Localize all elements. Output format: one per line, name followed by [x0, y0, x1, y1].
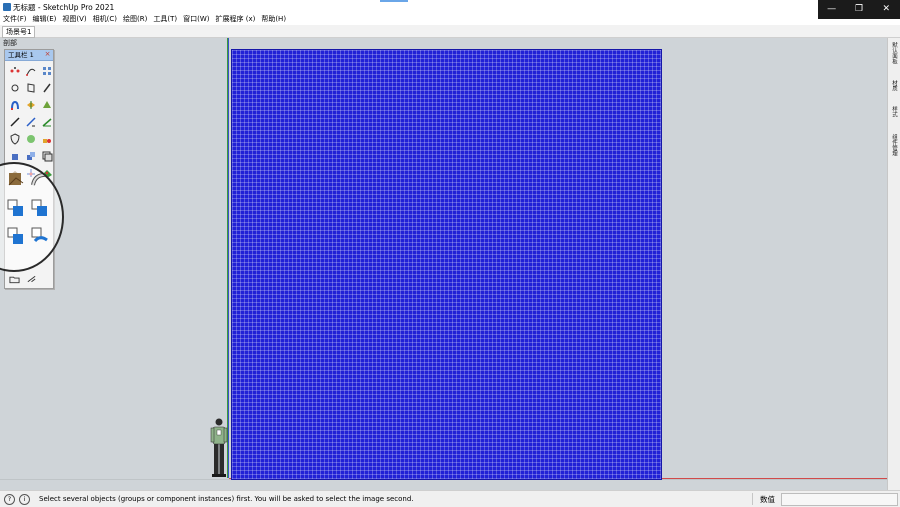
protractor-icon[interactable] — [40, 115, 53, 128]
menu-window[interactable]: 窗口(W) — [183, 14, 209, 25]
window-controls: — ❐ ✕ — [818, 0, 900, 19]
push-pull-icon[interactable] — [24, 98, 37, 111]
cube-double-icon[interactable] — [24, 149, 37, 162]
blue-grid-image-object[interactable] — [231, 49, 662, 480]
cube-small-icon[interactable] — [8, 149, 21, 162]
lasso-icon[interactable] — [24, 64, 37, 77]
layers-icon[interactable] — [40, 149, 53, 162]
folder-icon[interactable] — [9, 273, 20, 284]
menu-file[interactable]: 文件(F) — [3, 14, 27, 25]
magnified-tools — [6, 170, 52, 246]
info-icon[interactable]: i — [19, 494, 30, 505]
rectangle-icon[interactable] — [24, 81, 37, 94]
box-photo-icon[interactable] — [6, 226, 26, 246]
right-dock-panel: 默认面板 材质 样式 组件管理 — [887, 38, 900, 490]
close-button[interactable]: ✕ — [873, 0, 900, 19]
status-message: Select several objects (groups or compon… — [39, 495, 414, 503]
select-icon[interactable] — [8, 64, 21, 77]
shapes-icon[interactable] — [40, 132, 53, 145]
dock-tab-materials[interactable]: 材质 — [889, 80, 899, 91]
toolbar-close-icon[interactable]: × — [44, 51, 51, 58]
component-icon[interactable] — [40, 64, 53, 77]
toolbar-bottom-row — [9, 273, 37, 284]
toolbar-title: 工具栏 1 — [8, 51, 34, 59]
box-photo-icon[interactable] — [6, 198, 26, 218]
paint-icon[interactable] — [40, 98, 53, 111]
menu-camera[interactable]: 相机(C) — [93, 14, 117, 25]
merge-icon[interactable] — [26, 273, 37, 284]
eraser-icon[interactable] — [8, 81, 21, 94]
shield-icon[interactable] — [8, 132, 21, 145]
pencil-icon[interactable] — [40, 81, 53, 94]
line-tool-icon[interactable] — [8, 115, 21, 128]
maximize-button[interactable]: ❐ — [845, 0, 872, 19]
dock-tab-styles[interactable]: 样式 — [889, 106, 899, 117]
scene-tab[interactable]: 场景号1 — [2, 26, 36, 38]
scale-figure — [210, 418, 228, 477]
drawing-viewport[interactable]: 剖部 — [0, 38, 887, 490]
measurements-input[interactable] — [781, 493, 898, 506]
box-photo-icon[interactable] — [6, 170, 26, 190]
sketchup-app-icon — [3, 3, 11, 11]
cube-photo-icon[interactable] — [30, 198, 50, 218]
blue-axis — [228, 38, 229, 478]
menu-help[interactable]: 帮助(H) — [261, 14, 286, 25]
title-bar: 无标题 - SketchUp Pro 2021 — ❐ ✕ — [0, 0, 900, 19]
status-divider — [752, 493, 753, 505]
scene-tabs-bar: 场景号1 — [0, 25, 900, 38]
cloud-tree-icon[interactable] — [24, 132, 37, 145]
measurements-label: 数值 — [760, 495, 775, 504]
menu-extensions[interactable]: 扩展程序 (x) — [215, 14, 255, 25]
menu-view[interactable]: 视图(V) — [62, 14, 86, 25]
dock-tab-components[interactable]: 组件管理 — [889, 134, 899, 156]
pipe-icon[interactable] — [30, 170, 50, 190]
status-bar: ? i Select several objects (groups or co… — [0, 490, 900, 507]
menu-draw[interactable]: 绘图(R) — [123, 14, 147, 25]
menu-bar: 文件(F) 编辑(E) 视图(V) 相机(C) 绘图(R) 工具(T) 窗口(W… — [0, 14, 823, 25]
box-photo-icon[interactable] — [30, 226, 50, 246]
title-highlight-mark — [380, 0, 408, 2]
measure-icon[interactable] — [24, 115, 37, 128]
toolbar-header[interactable]: 工具栏 1 × — [5, 50, 53, 61]
viewport-label: 剖部 — [3, 39, 17, 47]
window-title: 无标题 - SketchUp Pro 2021 — [13, 3, 115, 12]
magnet-icon[interactable] — [8, 98, 21, 111]
menu-tools[interactable]: 工具(T) — [153, 14, 177, 25]
help-icon[interactable]: ? — [4, 494, 15, 505]
dock-tab-default[interactable]: 默认面板 — [889, 42, 899, 64]
menu-edit[interactable]: 编辑(E) — [33, 14, 57, 25]
